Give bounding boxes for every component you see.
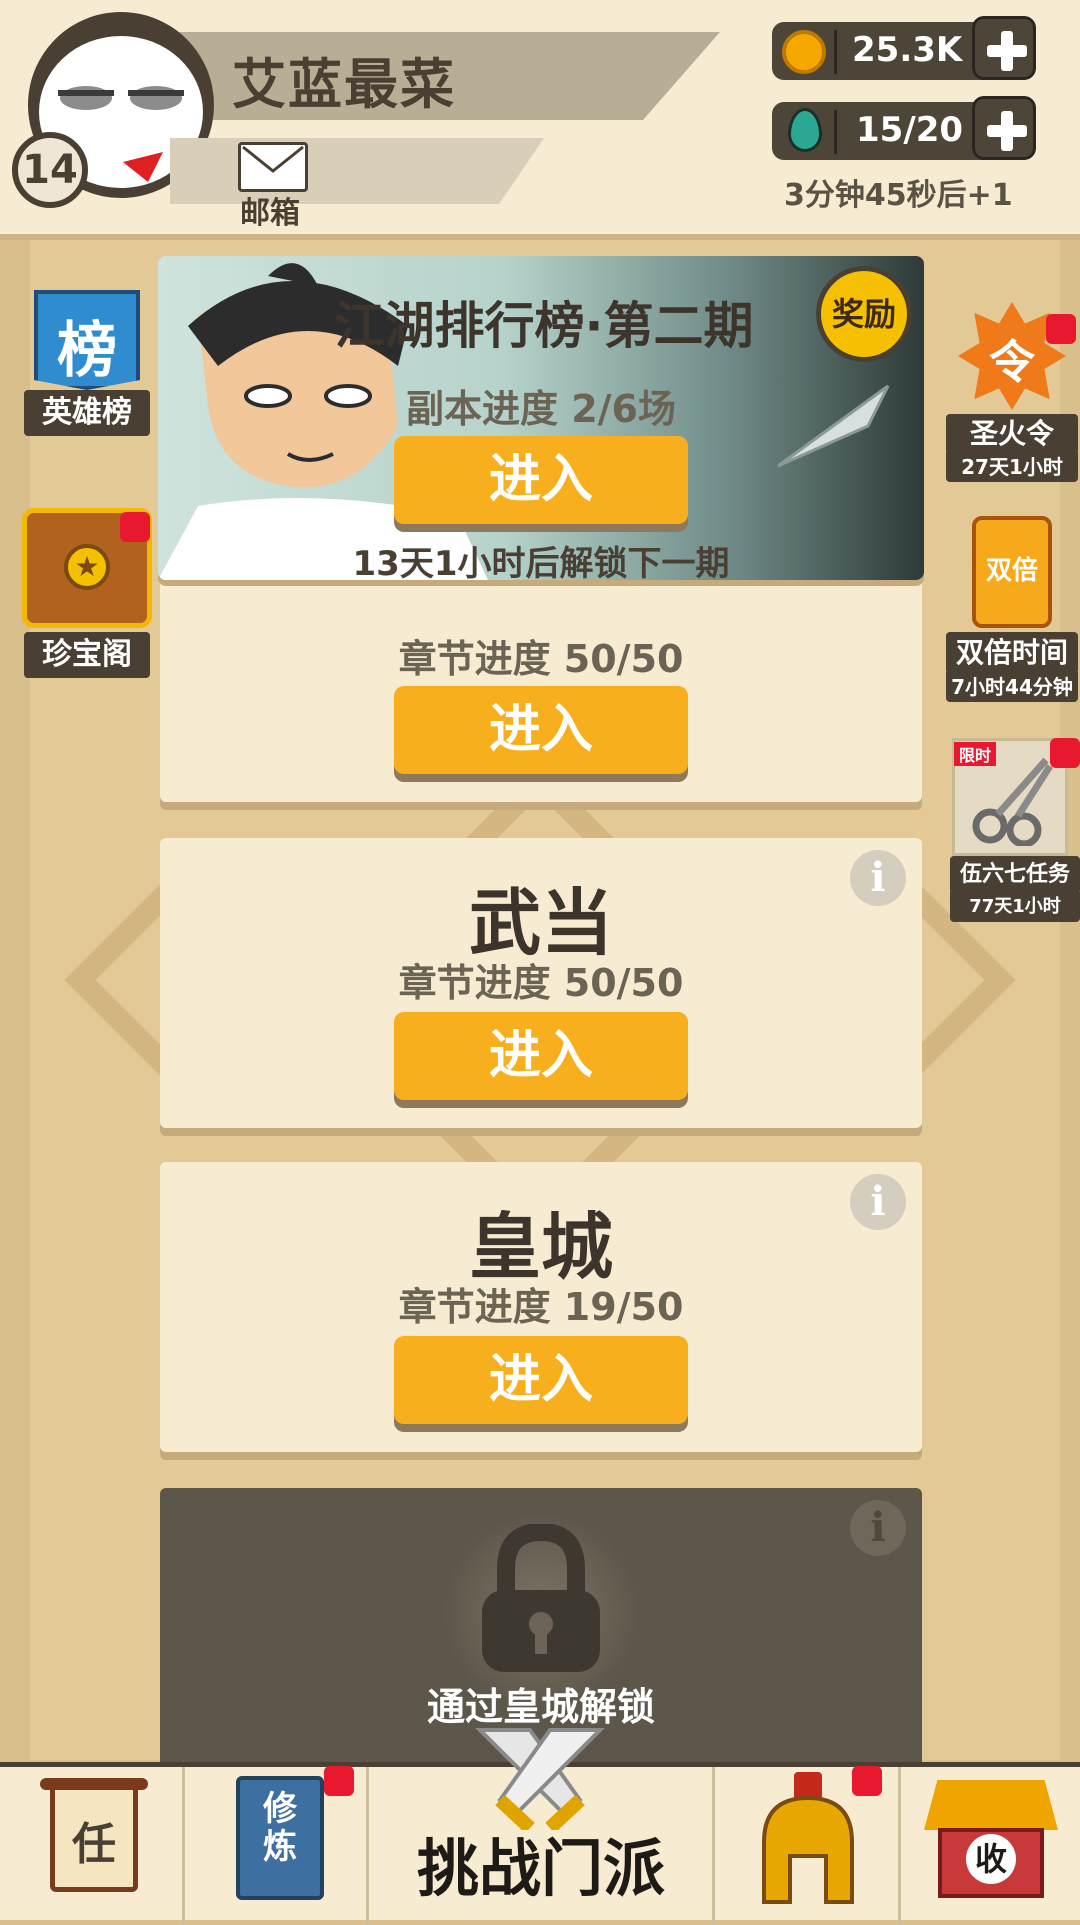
event-banner[interactable]: 江湖排行榜·第二期 副本进度 2/6场 进入 13天1小时后解锁下一期 奖励 — [158, 256, 924, 580]
notification-badge — [1050, 738, 1080, 768]
double-time-button[interactable]: 双倍 双倍时间 7小时44分钟 — [946, 516, 1078, 702]
nav-task-button[interactable]: 任 — [0, 1766, 182, 1920]
chapter-progress: 章节进度 50/50 — [398, 637, 684, 681]
hero-rank-icon-text: 榜 — [57, 316, 117, 386]
hero-rank-button[interactable]: 榜 英雄榜 — [24, 290, 150, 436]
reward-badge[interactable]: 奖励 — [816, 266, 912, 362]
nav-helmet-button[interactable] — [716, 1766, 898, 1920]
chapter-progress: 章节进度 50/50 — [398, 961, 684, 1005]
reward-badge-text: 奖励 — [831, 295, 896, 333]
notification-badge — [324, 1766, 354, 1796]
nav-divider — [712, 1767, 715, 1925]
double-label: 双倍时间 — [946, 632, 1078, 674]
plus-icon-v — [1001, 111, 1013, 151]
mail-label: 邮箱 — [240, 196, 300, 231]
event-progress: 副本进度 2/6场 — [406, 387, 676, 431]
helmet-icon — [762, 1772, 854, 1904]
notification-badge — [852, 1766, 882, 1796]
energy-divider — [834, 110, 837, 154]
coin-icon — [782, 30, 826, 74]
flame-timer: 27天1小时 — [946, 452, 1078, 482]
mail-icon[interactable] — [238, 142, 308, 192]
flame-order-button[interactable]: 令 圣火令 27天1小时 — [946, 296, 1078, 482]
coin-count: 25.3K — [852, 30, 963, 70]
add-energy-button[interactable] — [972, 96, 1036, 160]
coin-divider — [834, 30, 837, 74]
double-icon-text: 双倍 — [985, 556, 1038, 586]
task-icon-text: 任 — [72, 1819, 116, 1870]
cultivate-icon-text: 修炼 — [263, 1789, 297, 1867]
energy-count: 15/20 — [856, 110, 964, 150]
hero-rank-label: 英雄榜 — [24, 390, 150, 436]
collect-icon-text: 收 — [966, 1834, 1016, 1884]
player-level-badge: 14 — [12, 132, 88, 208]
lock-icon — [482, 1524, 600, 1672]
treasure-pavilion-button[interactable]: ★ 珍宝阁 — [22, 508, 152, 678]
envelope-icon — [242, 145, 304, 173]
energy-timer: 3分钟45秒后+1 — [784, 178, 1013, 213]
player-name: 艾蓝最菜 — [232, 53, 456, 116]
plus-icon-v — [1001, 31, 1013, 71]
crossed-swords-icon — [475, 1728, 605, 1830]
notification-badge — [1046, 314, 1076, 344]
challenge-label: 挑战门派 — [416, 1832, 665, 1905]
chapter-card-wudang: 武当 章节进度 50/50 进入 i — [160, 838, 922, 1128]
enter-button[interactable]: 进入 — [394, 1012, 688, 1100]
task-label: 伍六七任务 — [950, 856, 1080, 894]
nav-divider — [366, 1767, 369, 1925]
task-timer: 77天1小时 — [950, 892, 1080, 922]
add-coins-button[interactable] — [972, 16, 1036, 80]
chest-star-icon: ★ — [64, 544, 110, 590]
double-timer: 7小时44分钟 — [946, 672, 1078, 702]
chapter-progress: 章节进度 19/50 — [398, 1285, 684, 1329]
nav-divider — [898, 1767, 901, 1925]
nav-collect-button[interactable]: 收 — [902, 1766, 1080, 1920]
limited-task-button[interactable]: 限时 伍六七任务 77天1小时 — [950, 738, 1080, 922]
event-title: 江湖排行榜·第二期 — [334, 297, 754, 355]
task-scroll-rod — [40, 1778, 148, 1790]
event-unlock-note: 13天1小时后解锁下一期 — [352, 544, 730, 580]
energy-icon — [788, 108, 822, 152]
enter-button[interactable]: 进入 — [394, 1336, 688, 1424]
info-icon[interactable]: i — [850, 1500, 906, 1556]
chapter-card-huangcheng: 皇城 章节进度 19/50 进入 i — [160, 1162, 922, 1452]
info-icon[interactable]: i — [850, 850, 906, 906]
pavilion-roof-icon — [924, 1780, 1058, 1830]
nav-divider — [182, 1767, 185, 1925]
enter-button[interactable]: 进入 — [394, 686, 688, 774]
treasure-label: 珍宝阁 — [24, 632, 150, 678]
nav-challenge-button[interactable]: 挑战门派 — [370, 1720, 712, 1920]
info-icon[interactable]: i — [850, 1174, 906, 1230]
flame-label: 圣火令 — [946, 414, 1078, 454]
nav-cultivate-button[interactable]: 修炼 — [186, 1766, 366, 1920]
scissors-icon — [972, 757, 1053, 846]
mail-plate — [170, 138, 544, 204]
event-enter-button[interactable]: 进入 — [394, 436, 688, 524]
notification-badge — [120, 512, 150, 542]
